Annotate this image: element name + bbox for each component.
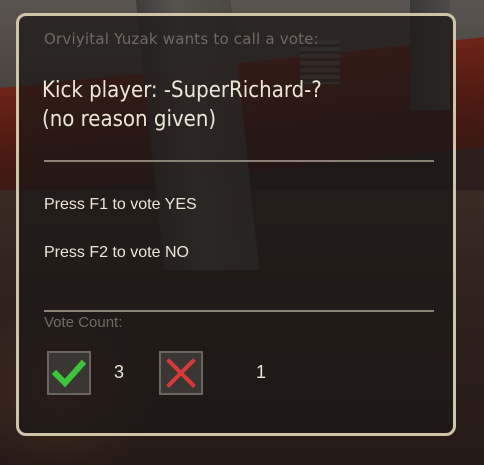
cross-icon: [166, 358, 196, 388]
divider-bottom: [44, 310, 434, 312]
vote-issue-line-2: (no reason given): [42, 107, 217, 132]
vote-yes-box: [47, 351, 91, 395]
vote-yes-prompt: Press F1 to vote YES: [44, 196, 197, 213]
vote-caller-text: Orviyital Yuzak wants to call a vote:: [44, 30, 319, 48]
vote-count-label: Vote Count:: [44, 314, 123, 331]
vote-no-prompt: Press F2 to vote NO: [44, 244, 189, 261]
vote-panel: Orviyital Yuzak wants to call a vote: Ki…: [16, 13, 456, 436]
vote-issue-line-1: Kick player: -SuperRichard-?: [42, 78, 322, 103]
vote-no-count: 1: [256, 362, 267, 382]
divider-top: [44, 160, 434, 162]
vote-yes-count: 3: [114, 362, 125, 382]
vote-no-box: [159, 351, 203, 395]
check-icon: [52, 359, 86, 388]
vote-issue: Kick player: -SuperRichard-? (no reason …: [42, 76, 442, 134]
